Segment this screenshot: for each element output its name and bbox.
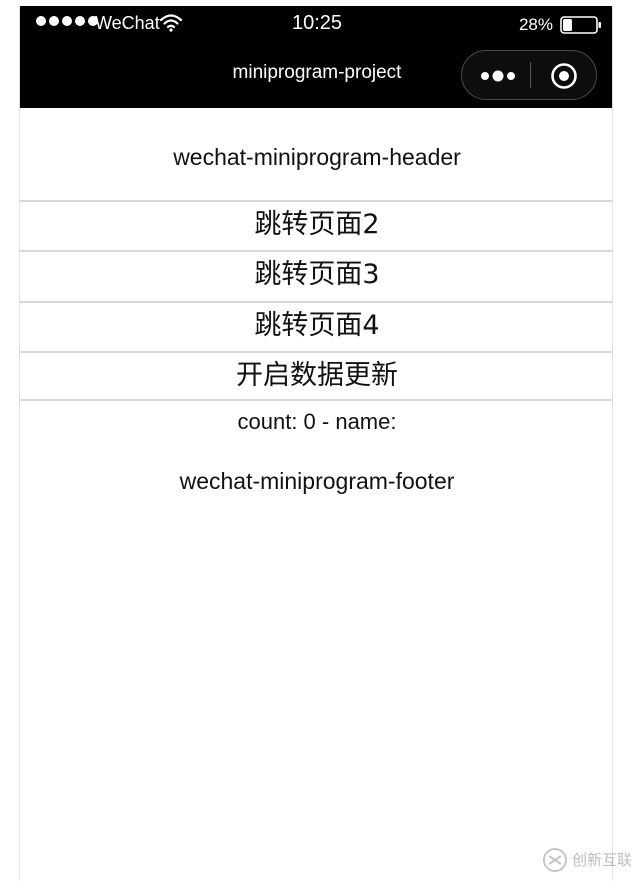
- watermark-text: 创新互联: [572, 851, 633, 869]
- count-name-text: count: 0 - name:: [237, 409, 397, 434]
- phone-screen: WeChat 10:25 28% miniprogram-project wec…: [19, 6, 613, 881]
- close-miniprogram-icon[interactable]: [550, 62, 578, 90]
- navigate-page-3-button[interactable]: 跳转页面3: [20, 250, 612, 300]
- start-data-update-button[interactable]: 开启数据更新: [20, 351, 612, 401]
- footer-component: wechat-miniprogram-footer: [179, 468, 455, 494]
- navigation-bar: miniprogram-project: [20, 42, 612, 108]
- more-icon[interactable]: [480, 69, 516, 83]
- capsule-divider: [530, 62, 531, 88]
- header-component: wechat-miniprogram-header: [173, 144, 461, 170]
- battery-icon: [560, 16, 601, 34]
- battery-percentage: 28%: [518, 15, 553, 34]
- watermark: 创新互联: [540, 838, 640, 881]
- navigate-page-4-button[interactable]: 跳转页面4: [20, 301, 612, 351]
- status-bar: WeChat 10:25 28%: [20, 6, 612, 42]
- navigate-page-2-button[interactable]: 跳转页面2: [20, 200, 612, 250]
- menu-capsule: [461, 50, 597, 100]
- watermark-logo-icon: [543, 847, 567, 872]
